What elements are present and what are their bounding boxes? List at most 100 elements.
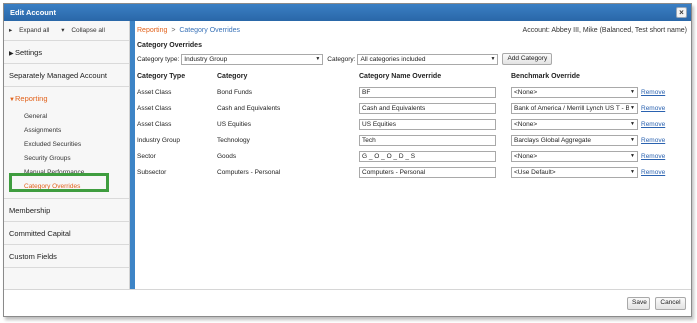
edit-account-dialog: Edit Account × ▸ Expand all ▾ Collapse a… [3, 3, 692, 317]
benchmark-value: Bank of America / Merrill Lynch US T - B… [514, 104, 635, 112]
table-row: Industry Group Technology Tech Barclays … [137, 132, 681, 148]
cell-category-type: Asset Class [137, 120, 172, 128]
benchmark-value: <None> [514, 88, 538, 96]
remove-link[interactable]: Remove [641, 105, 665, 112]
remove-link[interactable]: Remove [641, 153, 665, 160]
category-type-value: Industry Group [184, 55, 228, 63]
collapse-arrow-icon: ▾ [61, 27, 67, 34]
collapse-all-button[interactable]: ▾ Collapse all [61, 27, 110, 34]
header-category-name-override: Category Name Override [359, 73, 442, 80]
remove-link[interactable]: Remove [641, 89, 665, 96]
dropdown-arrow-icon: ▼ [630, 152, 635, 159]
cell-category: Technology [217, 136, 250, 144]
sidebar-subitem-assignments[interactable]: Assignments [4, 124, 129, 138]
benchmark-value: Barclays Global Aggregate [514, 136, 591, 144]
sidebar-subitem-general[interactable]: General [4, 110, 129, 124]
category-type-select[interactable]: Industry Group ▼ [181, 53, 324, 65]
filter-row: Category type: Industry Group ▼ Category… [137, 51, 691, 67]
table-row: Subsector Computers - Personal Computers… [137, 164, 681, 180]
category-label: Category: [327, 55, 356, 63]
add-category-button[interactable]: Add Category [502, 53, 553, 65]
selection-highlight-box [9, 173, 109, 192]
benchmark-override-select[interactable]: <None> ▼ [511, 86, 638, 98]
cell-category-type: Asset Class [137, 88, 172, 96]
header-category: Category [217, 73, 248, 80]
category-type-label: Category type: [137, 55, 180, 63]
table-row: Asset Class Bond Funds BF <None> ▼ Remove [137, 84, 681, 100]
dropdown-arrow-icon: ▼ [490, 55, 496, 62]
cancel-button[interactable]: Cancel [655, 297, 686, 310]
sidebar-subitem-excluded-securities[interactable]: Excluded Securities [4, 138, 129, 152]
category-name-override-input[interactable]: Computers - Personal [359, 166, 496, 178]
remove-link[interactable]: Remove [641, 121, 665, 128]
remove-link[interactable]: Remove [641, 169, 665, 176]
dropdown-arrow-icon: ▼ [630, 88, 635, 95]
benchmark-value: <None> [514, 152, 538, 160]
sidebar-subitem-security-groups[interactable]: Security Groups [4, 152, 129, 166]
breadcrumb-current: Category Overrides [179, 27, 241, 34]
sidebar-item-settings[interactable]: ▶Settings [4, 41, 129, 64]
expand-all-button[interactable]: ▸ Expand all [9, 27, 54, 34]
breadcrumb: Reporting > Category Overrides Account: … [137, 21, 691, 40]
cell-category-type: Industry Group [137, 136, 180, 144]
dialog-title: Edit Account [10, 8, 56, 17]
benchmark-override-select[interactable]: <None> ▼ [511, 118, 638, 130]
page-title: Category Overrides [137, 42, 202, 49]
sidebar-item-committed-capital[interactable]: Committed Capital [4, 222, 129, 245]
header-actions [641, 69, 681, 84]
sidebar: ▸ Expand all ▾ Collapse all ▶Settings Se… [4, 21, 130, 289]
breadcrumb-parent[interactable]: Reporting [137, 27, 167, 34]
expand-all-label: Expand all [19, 27, 50, 34]
main-content: Reporting > Category Overrides Account: … [135, 21, 691, 289]
sidebar-item-label: Membership [9, 206, 51, 215]
header-benchmark-override: Benchmark Override [511, 73, 580, 80]
cell-category: Bond Funds [217, 88, 253, 96]
sidebar-toolbar: ▸ Expand all ▾ Collapse all [4, 21, 129, 41]
header-category-type: Category Type [137, 73, 186, 80]
category-name-override-input[interactable]: US Equities [359, 118, 496, 130]
remove-link[interactable]: Remove [641, 137, 665, 144]
dropdown-arrow-icon: ▼ [630, 168, 635, 175]
dropdown-arrow-icon: ▼ [630, 136, 635, 143]
dialog-titlebar: Edit Account × [4, 4, 691, 21]
benchmark-override-select[interactable]: <None> ▼ [511, 150, 638, 162]
account-info: Account: Abbey III, Mike (Balanced, Test… [522, 27, 687, 34]
dialog-footer: Save Cancel [4, 289, 691, 316]
sidebar-item-custom-fields[interactable]: Custom Fields [4, 245, 129, 268]
category-name-override-input[interactable]: G _ O _ O _ D _ S [359, 150, 496, 162]
sidebar-item-label: Separately Managed Account [9, 71, 107, 80]
breadcrumb-separator: > [171, 27, 176, 34]
benchmark-override-select[interactable]: Barclays Global Aggregate ▼ [511, 134, 638, 146]
cell-category: Computers - Personal [217, 168, 281, 176]
table-row: Asset Class US Equities US Equities <Non… [137, 116, 681, 132]
cell-category-type: Asset Class [137, 104, 172, 112]
benchmark-override-select[interactable]: Bank of America / Merrill Lynch US T - B… [511, 102, 638, 114]
close-icon[interactable]: × [676, 7, 687, 18]
sidebar-item-reporting[interactable]: ▼Reporting [4, 87, 129, 110]
category-select[interactable]: All categories included ▼ [357, 53, 499, 65]
sidebar-item-label: Custom Fields [9, 252, 57, 261]
sidebar-item-label: Reporting [15, 94, 48, 103]
category-value: All categories included [360, 55, 426, 63]
sidebar-item-label: Committed Capital [9, 229, 71, 238]
dropdown-arrow-icon: ▼ [629, 103, 635, 113]
table-header-row: Category Type Category Category Name Ove… [137, 69, 681, 84]
benchmark-value: <None> [514, 120, 538, 128]
cell-category: US Equities [217, 120, 251, 128]
save-button[interactable]: Save [627, 297, 650, 310]
sidebar-item-membership[interactable]: Membership [4, 199, 129, 222]
cell-category: Cash and Equivalents [217, 104, 281, 112]
category-name-override-input[interactable]: Tech [359, 134, 496, 146]
table-row: Sector Goods G _ O _ O _ D _ S <None> ▼ R… [137, 148, 681, 164]
sidebar-item-sma[interactable]: Separately Managed Account [4, 64, 129, 87]
category-name-override-input[interactable]: BF [359, 86, 496, 98]
cell-category: Goods [217, 152, 237, 160]
cell-category-type: Sector [137, 152, 156, 160]
cell-category-type: Subsector [137, 168, 167, 176]
category-name-override-input[interactable]: Cash and Equivalents [359, 102, 496, 114]
dropdown-arrow-icon: ▼ [630, 120, 635, 127]
collapse-all-label: Collapse all [71, 27, 105, 34]
benchmark-override-select[interactable]: <Use Default> ▼ [511, 166, 638, 178]
sidebar-item-label: Settings [15, 48, 43, 57]
table-row: Asset Class Cash and Equivalents Cash an… [137, 100, 681, 116]
